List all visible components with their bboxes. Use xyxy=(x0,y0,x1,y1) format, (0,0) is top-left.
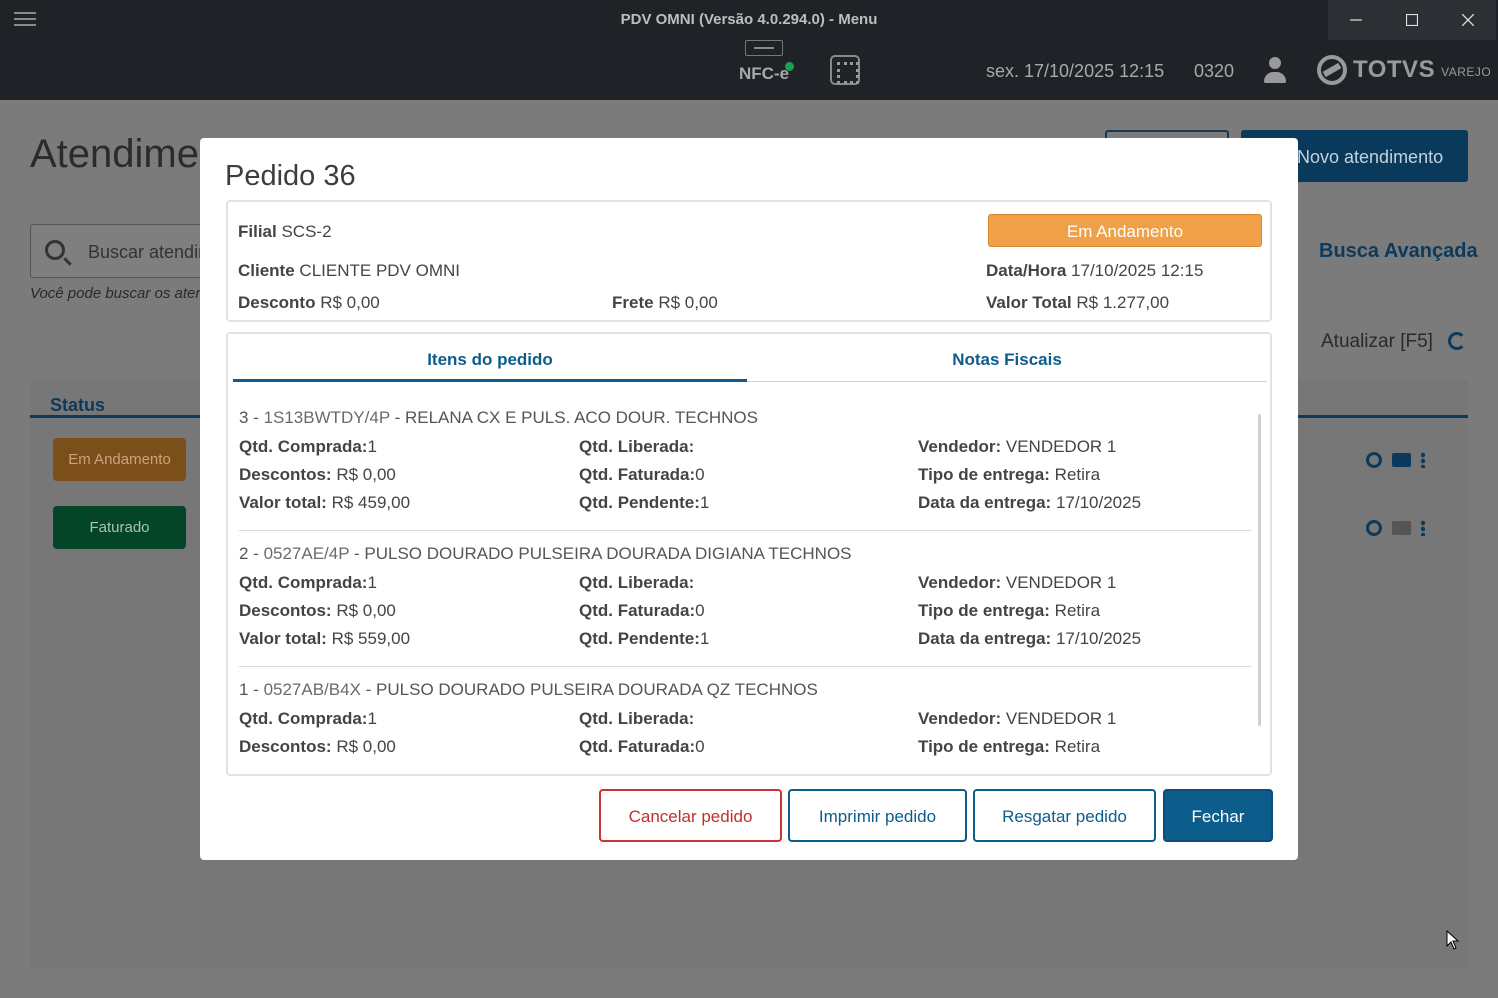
descontos: Descontos: R$ 0,00 xyxy=(239,737,396,756)
tab-itens-do-pedido[interactable]: Itens do pedido xyxy=(233,334,747,382)
refresh-icon[interactable] xyxy=(1448,332,1466,350)
filial-field: Filial SCS-2 xyxy=(238,222,332,241)
rescue-order-button[interactable]: Resgatar pedido xyxy=(973,789,1156,842)
datahora-field: Data/Hora 17/10/2025 12:15 xyxy=(986,261,1204,280)
item-title: 3 - 1S13BWTDY/4P - RELANA CX E PULS. ACO… xyxy=(239,408,758,427)
tipo-entrega: Tipo de entrega: Retira xyxy=(918,465,1101,484)
header-datetime: sex. 17/10/2025 12:15 xyxy=(986,61,1165,81)
descontos: Descontos: R$ 0,00 xyxy=(239,465,396,484)
print-order-button[interactable]: Imprimir pedido xyxy=(788,789,967,842)
cliente-field: Cliente CLIENTE PDV OMNI xyxy=(238,261,461,280)
minimize-button[interactable] xyxy=(1328,0,1384,40)
totvs-logo: TOTVS VAREJO xyxy=(1317,55,1491,85)
terminal-number: 0320 xyxy=(1194,61,1235,81)
data-entrega: Data da entrega: 17/10/2025 xyxy=(918,629,1142,648)
items-list: 3 - 1S13BWTDY/4P - RELANA CX E PULS. ACO… xyxy=(228,384,1258,774)
search-icon[interactable] xyxy=(1366,452,1382,468)
tipo-entrega: Tipo de entrega: Retira xyxy=(918,601,1101,620)
close-button[interactable]: Fechar xyxy=(1163,789,1273,842)
qtd-pendente: Qtd. Pendente:1 xyxy=(579,493,710,512)
status-badge: Em Andamento xyxy=(988,214,1262,247)
qr-code-icon[interactable] xyxy=(830,55,860,85)
cart-icon[interactable] xyxy=(1392,453,1411,467)
user-icon[interactable] xyxy=(1263,57,1287,84)
status-column-header: Status xyxy=(50,395,106,415)
list-item: 2 - 0527AE/4P - PULSO DOURADO PULSEIRA D… xyxy=(239,532,1251,668)
row-actions xyxy=(1366,520,1425,536)
status-badge: Em Andamento xyxy=(53,438,186,481)
vendedor: Vendedor: VENDEDOR 1 xyxy=(918,709,1117,728)
search-placeholder: Buscar atendin xyxy=(88,242,209,262)
page-title: Atendime xyxy=(30,132,199,176)
order-dialog: Pedido 36 Filial SCS-2 Em Andamento Clie… xyxy=(200,138,1298,860)
qtd-liberada: Qtd. Liberada: xyxy=(579,573,695,592)
window-title: PDV OMNI (Versão 4.0.294.0) - Menu xyxy=(620,11,878,28)
qtd-comprada: Qtd. Comprada:1 xyxy=(239,573,377,592)
valor-total-field: Valor Total R$ 1.277,00 xyxy=(986,293,1170,312)
minimize-icon xyxy=(1350,19,1362,21)
qtd-liberada: Qtd. Liberada: xyxy=(579,709,695,728)
data-entrega: Data da entrega: 17/10/2025 xyxy=(918,493,1142,512)
tabs-panel: Itens do pedido Notas Fiscais 3 - 1S13BW… xyxy=(226,332,1272,776)
brand-subtitle: VAREJO xyxy=(1441,65,1492,79)
qtd-faturada: Qtd. Faturada:0 xyxy=(579,737,705,756)
order-summary: Filial SCS-2 Em Andamento Cliente CLIENT… xyxy=(226,200,1272,322)
item-divider xyxy=(239,530,1251,531)
qtd-faturada: Qtd. Faturada:0 xyxy=(579,601,705,620)
brand-name: TOTVS xyxy=(1353,56,1436,83)
printer-icon xyxy=(745,40,783,56)
more-options-icon[interactable] xyxy=(1421,452,1425,468)
valor-total: Valor total: R$ 459,00 xyxy=(239,493,411,512)
frete-field: Frete R$ 0,00 xyxy=(612,293,718,312)
totvs-logo-icon xyxy=(1317,55,1347,85)
more-options-icon[interactable] xyxy=(1421,520,1425,536)
item-title: 2 - 0527AE/4P - PULSO DOURADO PULSEIRA D… xyxy=(239,544,852,563)
dialog-title: Pedido 36 xyxy=(225,160,356,192)
title-bar: PDV OMNI (Versão 4.0.294.0) - Menu NFC-e… xyxy=(0,0,1498,100)
vendedor: Vendedor: VENDEDOR 1 xyxy=(918,437,1117,456)
qtd-pendente: Qtd. Pendente:1 xyxy=(579,629,710,648)
cart-icon[interactable] xyxy=(1392,521,1411,535)
cancel-order-button[interactable]: Cancelar pedido xyxy=(599,789,782,842)
status-badge: Faturado xyxy=(53,506,186,549)
item-divider xyxy=(239,666,1251,667)
descontos: Descontos: R$ 0,00 xyxy=(239,601,396,620)
items-scrollbar[interactable] xyxy=(1258,414,1261,726)
online-indicator-icon xyxy=(785,62,794,71)
search-hint: Você pode buscar os ater xyxy=(30,285,201,302)
nfce-status[interactable]: NFC-e xyxy=(730,40,798,90)
maximize-icon xyxy=(1406,14,1418,26)
mouse-cursor-icon xyxy=(1446,930,1460,950)
advanced-search-link[interactable]: Busca Avançada xyxy=(1319,240,1478,263)
valor-total: Valor total: R$ 559,00 xyxy=(239,629,411,648)
vendedor: Vendedor: VENDEDOR 1 xyxy=(918,573,1117,592)
qtd-comprada: Qtd. Comprada:1 xyxy=(239,437,377,456)
desconto-field: Desconto R$ 0,00 xyxy=(238,293,380,312)
item-title: 1 - 0527AB/B4X - PULSO DOURADO PULSEIRA … xyxy=(239,680,818,699)
tipo-entrega: Tipo de entrega: Retira xyxy=(918,737,1101,756)
qtd-comprada: Qtd. Comprada:1 xyxy=(239,709,377,728)
maximize-button[interactable] xyxy=(1384,0,1440,40)
close-window-button[interactable] xyxy=(1440,0,1496,40)
qtd-liberada: Qtd. Liberada: xyxy=(579,437,695,456)
list-item: 3 - 1S13BWTDY/4P - RELANA CX E PULS. ACO… xyxy=(239,396,1251,532)
refresh-label[interactable]: Atualizar [F5] xyxy=(1321,331,1433,353)
qtd-faturada: Qtd. Faturada:0 xyxy=(579,465,705,484)
search-icon[interactable] xyxy=(1366,520,1382,536)
row-actions xyxy=(1366,452,1425,468)
search-icon xyxy=(45,240,65,260)
close-icon xyxy=(1462,14,1474,26)
list-item: 1 - 0527AB/B4X - PULSO DOURADO PULSEIRA … xyxy=(239,668,1251,774)
tab-notas-fiscais[interactable]: Notas Fiscais xyxy=(747,334,1267,382)
